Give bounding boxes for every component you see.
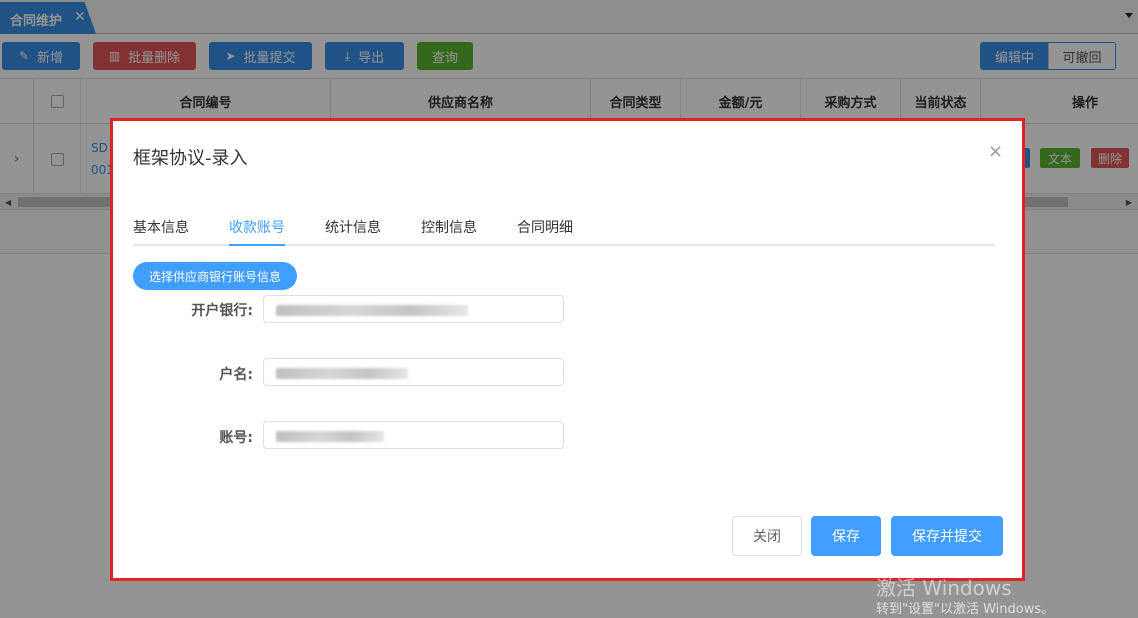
windows-activation-hint: 转到"设置"以激活 Windows。 — [876, 602, 1055, 617]
account-no-input[interactable] — [263, 421, 564, 449]
redacted-value — [276, 368, 408, 379]
tab-control-info[interactable]: 控制信息 — [421, 217, 477, 246]
account-name-input[interactable] — [263, 358, 564, 386]
tab-statistics[interactable]: 统计信息 — [325, 217, 381, 246]
windows-activation-watermark: 激活 Windows — [876, 576, 1012, 600]
framework-agreement-dialog: 框架协议-录入 × 基本信息 收款账号 统计信息 控制信息 合同明细 选择供应商… — [110, 118, 1025, 581]
account-no-label: 账号: — [219, 430, 253, 446]
bank-label: 开户银行: — [191, 303, 253, 319]
dialog-title: 框架协议-录入 — [133, 148, 248, 169]
tab-payment-account[interactable]: 收款账号 — [229, 217, 285, 246]
dialog-save-submit-button[interactable]: 保存并提交 — [891, 516, 1003, 556]
tab-basic-info[interactable]: 基本信息 — [133, 217, 189, 246]
bank-input[interactable] — [263, 295, 564, 323]
dialog-close-icon[interactable]: × — [988, 141, 1003, 162]
select-supplier-bank-button[interactable]: 选择供应商银行账号信息 — [133, 262, 297, 290]
redacted-value — [276, 305, 468, 316]
account-name-label: 户名: — [219, 367, 253, 383]
dialog-save-button[interactable]: 保存 — [811, 516, 881, 556]
dialog-tabs: 基本信息 收款账号 统计信息 控制信息 合同明细 — [133, 217, 995, 246]
tab-contract-details[interactable]: 合同明细 — [517, 217, 573, 246]
redacted-value — [276, 431, 384, 442]
dialog-close-button[interactable]: 关闭 — [732, 516, 802, 556]
